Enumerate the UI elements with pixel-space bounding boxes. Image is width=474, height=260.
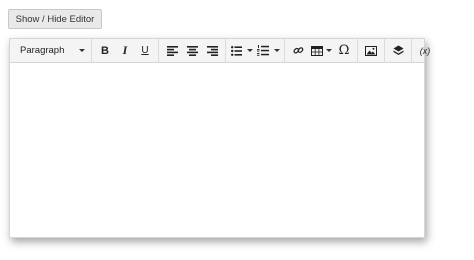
editor-content-area[interactable] (10, 63, 424, 237)
image-group (358, 38, 385, 63)
italic-icon: I (122, 43, 128, 57)
align-left-icon (166, 45, 178, 56)
image-icon (365, 45, 377, 56)
editor-toolbar: Paragraph B I U Ω (x) (10, 38, 430, 63)
underline-icon: U (141, 45, 149, 56)
numbered-list-button[interactable] (255, 41, 281, 61)
insert-link-button[interactable] (288, 41, 308, 61)
bullet-list-button[interactable] (229, 41, 255, 61)
table-icon (310, 45, 323, 56)
insert-group: Ω (285, 38, 358, 63)
numbered-list-icon (256, 45, 269, 56)
align-right-icon (206, 45, 218, 56)
paragraph-format-value: Paragraph (20, 45, 65, 56)
formula-group: (x) (412, 39, 438, 63)
omega-icon: Ω (338, 43, 350, 58)
bullet-list-icon (231, 45, 242, 56)
layer-icon (393, 45, 403, 55)
insert-formula-button[interactable]: (x) (415, 41, 435, 61)
show-hide-editor-button[interactable]: Show / Hide Editor (8, 9, 102, 29)
list-group (226, 38, 285, 63)
italic-button[interactable]: I (115, 41, 135, 61)
special-character-button[interactable]: Ω (334, 41, 354, 61)
alignment-group (159, 38, 226, 63)
chevron-down-icon (325, 49, 332, 52)
layer-button[interactable] (388, 41, 408, 61)
insert-table-button[interactable] (308, 41, 334, 61)
align-right-button[interactable] (202, 41, 222, 61)
chevron-down-icon (79, 49, 85, 52)
layer-group (385, 38, 412, 63)
align-left-button[interactable] (162, 41, 182, 61)
formula-icon: (x) (419, 45, 431, 56)
bold-icon: B (101, 44, 109, 57)
chevron-down-icon (247, 49, 253, 52)
format-group: Paragraph (15, 38, 92, 63)
underline-button[interactable]: U (135, 41, 155, 61)
bold-button[interactable]: B (95, 41, 115, 61)
align-center-button[interactable] (182, 41, 202, 61)
paragraph-format-select[interactable]: Paragraph (18, 41, 88, 61)
insert-image-button[interactable] (361, 41, 381, 61)
rich-text-editor: Paragraph B I U Ω (x) (9, 38, 430, 238)
text-style-group: B I U (92, 38, 159, 63)
chevron-down-icon (273, 49, 280, 52)
align-center-icon (186, 45, 198, 56)
link-icon (292, 47, 303, 54)
